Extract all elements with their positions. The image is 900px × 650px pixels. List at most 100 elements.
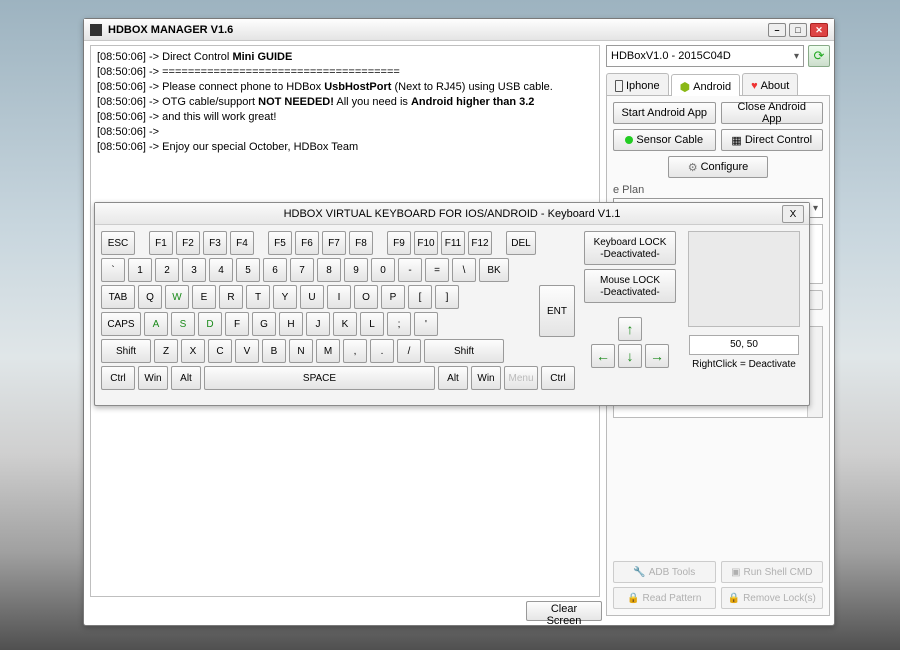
key-win[interactable]: Win [138,366,168,390]
key-\[interactable]: \ [452,258,476,282]
key-r[interactable]: R [219,285,243,309]
mouse-lock-button[interactable]: Mouse LOCK -Deactivated- [584,269,676,303]
close-button[interactable]: ✕ [810,23,828,37]
keyboard-lock-button[interactable]: Keyboard LOCK -Deactivated- [584,231,676,265]
key-del[interactable]: DEL [506,231,536,255]
key-o[interactable]: O [354,285,378,309]
key-h[interactable]: H [279,312,303,336]
key-b[interactable]: B [262,339,286,363]
maximize-button[interactable]: □ [789,23,807,37]
arrow-down-key[interactable]: ↓ [618,344,642,368]
key-f8[interactable]: F8 [349,231,373,255]
key-/[interactable]: / [397,339,421,363]
key-f7[interactable]: F7 [322,231,346,255]
close-android-button[interactable]: Close Android App [721,102,824,124]
adb-tools-button: 🔧 ADB Tools [613,561,716,583]
key-alt[interactable]: Alt [171,366,201,390]
direct-control-button[interactable]: ▦ Direct Control [721,129,824,151]
key-j[interactable]: J [306,312,330,336]
key-a[interactable]: A [144,312,168,336]
key-ctrl[interactable]: Ctrl [101,366,135,390]
key-f5[interactable]: F5 [268,231,292,255]
key-menu[interactable]: Menu [504,366,538,390]
key-z[interactable]: Z [154,339,178,363]
key-x[interactable]: X [181,339,205,363]
key-f4[interactable]: F4 [230,231,254,255]
virtual-keyboard-window[interactable]: HDBOX VIRTUAL KEYBOARD FOR IOS/ANDROID -… [94,202,810,406]
key--[interactable]: - [398,258,422,282]
vkb-close-button[interactable]: X [782,205,804,223]
key-w[interactable]: W [165,285,189,309]
key-space[interactable]: SPACE [204,366,435,390]
configure-button[interactable]: ⚙ Configure [668,156,768,178]
key-,[interactable]: , [343,339,367,363]
key-3[interactable]: 3 [182,258,206,282]
key-.[interactable]: . [370,339,394,363]
key-k[interactable]: K [333,312,357,336]
start-android-button[interactable]: Start Android App [613,102,716,124]
arrow-right-key[interactable]: → [645,344,669,368]
key-win[interactable]: Win [471,366,501,390]
key-4[interactable]: 4 [209,258,233,282]
vkb-titlebar[interactable]: HDBOX VIRTUAL KEYBOARD FOR IOS/ANDROID -… [95,203,809,225]
key-l[interactable]: L [360,312,384,336]
tab-iphone[interactable]: Iphone [606,73,669,95]
key-q[interactable]: Q [138,285,162,309]
minimize-button[interactable]: – [768,23,786,37]
key-f[interactable]: F [225,312,249,336]
key-f10[interactable]: F10 [414,231,438,255]
key-ctrl[interactable]: Ctrl [541,366,575,390]
key-n[interactable]: N [289,339,313,363]
key-6[interactable]: 6 [263,258,287,282]
arrow-left-key[interactable]: ← [591,344,615,368]
key-e[interactable]: E [192,285,216,309]
key-0[interactable]: 0 [371,258,395,282]
key-m[interactable]: M [316,339,340,363]
key-][interactable]: ] [435,285,459,309]
key-i[interactable]: I [327,285,351,309]
key-=[interactable]: = [425,258,449,282]
key-shift[interactable]: Shift [101,339,151,363]
tab-android[interactable]: ⬢ Android [671,74,740,96]
clear-screen-button[interactable]: Clear Screen [526,601,602,621]
key-f6[interactable]: F6 [295,231,319,255]
titlebar[interactable]: HDBOX MANAGER V1.6 – □ ✕ [84,19,834,41]
key-9[interactable]: 9 [344,258,368,282]
key-f9[interactable]: F9 [387,231,411,255]
sensor-cable-button[interactable]: Sensor Cable [613,129,716,151]
key-tab[interactable]: TAB [101,285,135,309]
key-d[interactable]: D [198,312,222,336]
key-f12[interactable]: F12 [468,231,492,255]
device-combo[interactable]: HDBoxV1.0 - 2015C04D [606,45,804,67]
key-caps[interactable]: CAPS [101,312,141,336]
key-'[interactable]: ' [414,312,438,336]
key-c[interactable]: C [208,339,232,363]
tab-about[interactable]: ♥ About [742,73,798,95]
key-f2[interactable]: F2 [176,231,200,255]
key-[[interactable]: [ [408,285,432,309]
key-2[interactable]: 2 [155,258,179,282]
key-8[interactable]: 8 [317,258,341,282]
key-7[interactable]: 7 [290,258,314,282]
key-y[interactable]: Y [273,285,297,309]
refresh-button[interactable]: ⟳ [808,45,830,67]
key-s[interactable]: S [171,312,195,336]
key-t[interactable]: T [246,285,270,309]
key-`[interactable]: ` [101,258,125,282]
key-v[interactable]: V [235,339,259,363]
key-;[interactable]: ; [387,312,411,336]
key-p[interactable]: P [381,285,405,309]
key-g[interactable]: G [252,312,276,336]
key-1[interactable]: 1 [128,258,152,282]
key-f3[interactable]: F3 [203,231,227,255]
key-f1[interactable]: F1 [149,231,173,255]
key-bk[interactable]: BK [479,258,509,282]
arrow-up-key[interactable]: ↑ [618,317,642,341]
key-shift[interactable]: Shift [424,339,504,363]
key-alt[interactable]: Alt [438,366,468,390]
key-u[interactable]: U [300,285,324,309]
key-ent[interactable]: ENT [539,285,575,337]
key-f11[interactable]: F11 [441,231,465,255]
key-5[interactable]: 5 [236,258,260,282]
key-esc[interactable]: ESC [101,231,135,255]
